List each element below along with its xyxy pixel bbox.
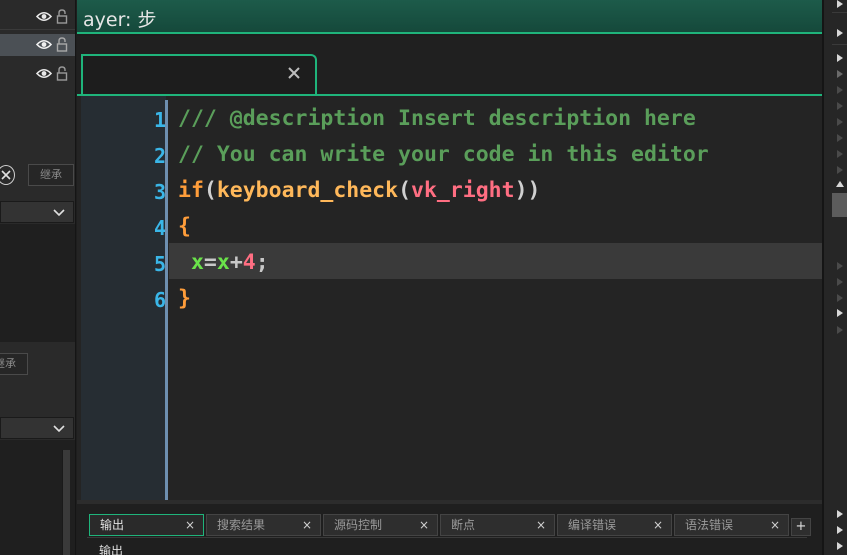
close-icon[interactable]: ×	[419, 515, 429, 535]
code-line-1[interactable]: /// @description Insert description here	[178, 104, 696, 134]
paren-close: ))	[514, 178, 541, 203]
line-number: 5	[153, 252, 166, 276]
expand-arrow-icon[interactable]	[837, 326, 843, 334]
close-icon[interactable]: ×	[302, 515, 312, 535]
layer-row-selected[interactable]	[0, 34, 75, 56]
code-line-3[interactable]: if(keyboard_check(vk_right))	[178, 176, 540, 206]
expand-arrow-icon[interactable]	[837, 166, 843, 174]
operator-assign: =	[203, 250, 217, 275]
close-icon[interactable]: ×	[770, 515, 780, 535]
expand-arrow-icon[interactable]	[837, 70, 843, 78]
expand-arrow-icon[interactable]	[837, 278, 843, 286]
tab-label: 编译错误	[568, 518, 617, 532]
add-tab-button[interactable]: +	[791, 518, 811, 536]
expand-arrow-icon[interactable]	[837, 29, 843, 37]
keyword-if: if	[178, 178, 204, 203]
lock-icon[interactable]	[56, 37, 68, 52]
layer-row[interactable]	[0, 63, 75, 85]
number-literal: 4	[242, 250, 256, 275]
expand-arrow-icon[interactable]	[837, 54, 843, 62]
eye-icon[interactable]	[36, 68, 52, 79]
tab-label: 断点	[451, 518, 476, 532]
code-editor[interactable]: 1 2 3 4 5 6 /// @description Insert desc…	[77, 96, 822, 500]
tab-search-results[interactable]: 搜索结果 ×	[206, 514, 321, 536]
layers-panel: 继承 继承	[0, 0, 76, 555]
layer-row[interactable]	[0, 6, 75, 28]
room-title-bar: ayer: 步	[77, 0, 822, 34]
chevron-down-icon	[53, 209, 65, 217]
lock-icon[interactable]	[56, 9, 68, 24]
lock-icon[interactable]	[56, 66, 68, 81]
expand-arrow-icon[interactable]	[837, 526, 843, 534]
code-line-5[interactable]: x=x+4;	[178, 248, 269, 278]
code-line-6[interactable]: }	[178, 284, 191, 314]
strip-divider	[832, 44, 847, 45]
tab-label: 语法错误	[685, 518, 734, 532]
gutter-divider	[165, 100, 168, 500]
tab-syntax-errors[interactable]: 语法错误 ×	[674, 514, 789, 536]
expand-arrow-icon[interactable]	[837, 150, 843, 158]
window-title: ayer: 步	[83, 9, 157, 31]
semicolon: ;	[255, 250, 269, 275]
chevron-down-icon	[53, 425, 65, 433]
paren-open: (	[203, 178, 217, 203]
tab-source-control[interactable]: 源码控制 ×	[323, 514, 438, 536]
expand-arrow-icon[interactable]	[837, 542, 843, 550]
tab-label: 搜索结果	[217, 518, 266, 532]
dropdown-select-2[interactable]	[0, 417, 74, 439]
expand-arrow-icon[interactable]	[837, 510, 843, 518]
dropdown-select[interactable]	[0, 201, 74, 223]
row-divider	[0, 29, 75, 30]
tab-compile-errors[interactable]: 编译错误 ×	[557, 514, 672, 536]
scrollbar[interactable]	[62, 450, 70, 555]
tab-label: 输出	[100, 518, 125, 532]
tab-breakpoints[interactable]: 断点 ×	[440, 514, 555, 536]
code-line-2[interactable]: // You can write your code in this edito…	[178, 140, 709, 170]
expand-arrow-icon[interactable]	[837, 134, 843, 142]
expand-arrow-icon[interactable]	[837, 309, 843, 317]
output-divider	[87, 537, 807, 538]
inherit-button[interactable]: 继承	[28, 164, 74, 186]
close-icon[interactable]: ×	[536, 515, 546, 535]
expand-arrow-icon[interactable]	[837, 0, 843, 8]
close-icon[interactable]	[287, 66, 301, 80]
editor-tab-strip	[77, 36, 822, 96]
inherit-button-2[interactable]: 继承	[0, 353, 28, 375]
tab-output[interactable]: 输出 ×	[89, 514, 204, 536]
line-number: 1	[153, 108, 166, 132]
constant-name: vk_right	[411, 178, 515, 203]
close-icon[interactable]: ×	[185, 515, 195, 535]
properties-area	[0, 224, 75, 342]
scrollbar-thumb[interactable]	[832, 193, 847, 217]
eye-icon[interactable]	[36, 39, 52, 50]
code-line-4[interactable]: {	[178, 212, 191, 242]
close-circle-icon[interactable]	[0, 165, 15, 185]
expand-arrow-icon[interactable]	[837, 294, 843, 302]
expand-arrow-icon[interactable]	[837, 102, 843, 110]
eye-icon[interactable]	[36, 11, 52, 22]
expand-arrow-icon[interactable]	[837, 262, 843, 270]
code-editor-tab[interactable]	[81, 54, 317, 96]
tab-label: 源码控制	[334, 518, 383, 532]
right-side-strip	[822, 0, 847, 555]
line-number: 3	[153, 180, 166, 204]
line-number: 2	[153, 144, 166, 168]
paren-open: (	[398, 178, 412, 203]
close-icon[interactable]: ×	[653, 515, 663, 535]
function-name: keyboard_check	[216, 178, 399, 203]
line-number: 4	[153, 216, 166, 240]
line-number: 6	[153, 288, 166, 312]
variable-x: x	[190, 250, 204, 275]
output-panel: 输出 × 搜索结果 × 源码控制 × 断点 × 编译错误 × 语法错误 × + 输出	[77, 500, 822, 555]
variable-x: x	[216, 250, 230, 275]
scroll-up-icon[interactable]	[836, 181, 844, 187]
strip-divider	[832, 12, 847, 13]
expand-arrow-icon[interactable]	[837, 118, 843, 126]
expand-arrow-icon[interactable]	[837, 86, 843, 94]
output-title: 输出	[99, 544, 124, 555]
operator-plus: +	[229, 250, 243, 275]
line-number-gutter: 1 2 3 4 5 6	[81, 96, 166, 500]
